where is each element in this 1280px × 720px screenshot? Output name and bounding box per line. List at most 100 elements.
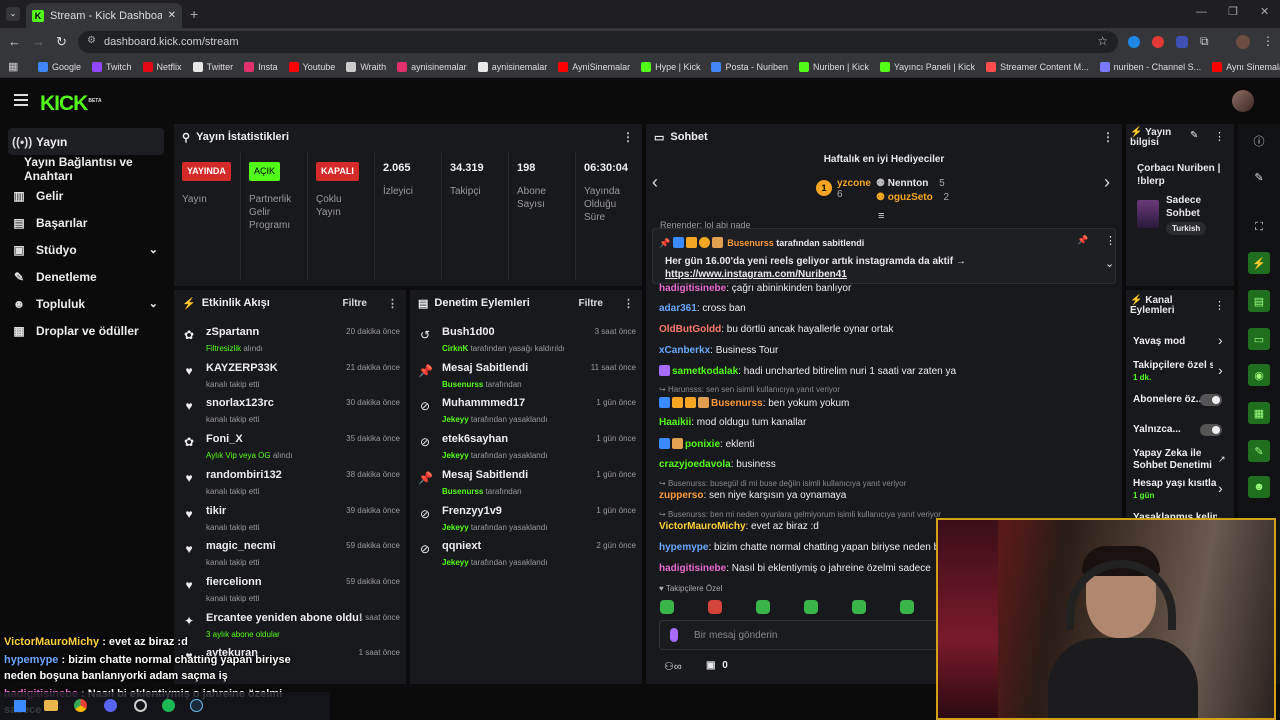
- bookmark-item[interactable]: Posta - Nuriben: [711, 61, 788, 72]
- tab-kick-dashboard[interactable]: K Stream - Kick Dashboard ✕: [26, 3, 182, 28]
- discord-icon[interactable]: [104, 699, 117, 712]
- kick-logo[interactable]: KICKBETA: [40, 92, 102, 116]
- chat-message[interactable]: crazyjoedavola: business: [659, 459, 776, 470]
- emote-icon[interactable]: [756, 600, 770, 614]
- lightning-action-icon[interactable]: ⚡: [1248, 252, 1270, 274]
- chevron-down-icon[interactable]: ⌄: [1105, 257, 1114, 270]
- event-username[interactable]: zSpartann: [206, 326, 263, 338]
- spotify-icon[interactable]: [162, 699, 175, 712]
- restore-icon[interactable]: ❐: [1228, 5, 1238, 18]
- sidebar-item-stream-key[interactable]: Yayın Bağlantısı ve Anahtarı: [0, 155, 172, 183]
- chat-username[interactable]: hadigitisinebe: [659, 283, 726, 294]
- document-action-icon[interactable]: ▤: [1248, 290, 1270, 312]
- user-avatar[interactable]: [1232, 90, 1254, 112]
- back-icon[interactable]: ←: [8, 34, 21, 49]
- chat-message[interactable]: ponixie: eklenti: [659, 438, 754, 450]
- chat-message[interactable]: zupperso: sen niye karşısın ya oynamaya: [659, 490, 846, 501]
- bookmark-item[interactable]: Youtube: [288, 61, 335, 72]
- chat-message[interactable]: OldButGoldd: bu dörtlü ancak hayallerle …: [659, 324, 894, 335]
- pinned-message[interactable]: 📌 Busenurss tarafından sabitlendi Her gü…: [652, 228, 1116, 284]
- chevron-right-icon[interactable]: ›: [1104, 172, 1110, 193]
- event-username[interactable]: Ercantee yeniden abone oldu!: [206, 612, 362, 624]
- points-icon[interactable]: ⚇∞: [664, 660, 682, 673]
- bookmark-item[interactable]: aynisinemalar: [397, 61, 467, 72]
- event-username[interactable]: randombiri132: [206, 469, 282, 481]
- info-icon[interactable]: ⓘ: [1248, 130, 1270, 152]
- chat-message[interactable]: xCanberkx: Business Tour: [659, 345, 778, 356]
- chat-username[interactable]: hadigitisinebe: [659, 563, 726, 574]
- extension-icon[interactable]: [1128, 36, 1140, 48]
- emote-icon[interactable]: [804, 600, 818, 614]
- kebab-menu-icon[interactable]: ⋮: [1105, 234, 1116, 247]
- filter-icon[interactable]: ≡: [878, 210, 884, 222]
- stream-category[interactable]: Sadece Sohbet: [1166, 194, 1226, 220]
- chat-message[interactable]: VictorMauroMichy: evet az biraz :d: [659, 521, 819, 532]
- chevron-right-icon[interactable]: ›: [1218, 362, 1223, 378]
- emote-icon[interactable]: [852, 600, 866, 614]
- edit-icon[interactable]: ✎: [1248, 166, 1270, 188]
- kebab-menu-icon[interactable]: ⋮: [1214, 299, 1225, 312]
- mod-action-target[interactable]: Bush1d00: [442, 326, 565, 338]
- kebab-menu-icon[interactable]: ⋮: [622, 130, 634, 144]
- unpin-icon[interactable]: 📌: [1077, 235, 1088, 246]
- new-tab-icon[interactable]: +: [190, 6, 198, 22]
- chat-message[interactable]: hypemype: bizim chatte normal chatting y…: [659, 542, 961, 553]
- extension-icon[interactable]: [1176, 36, 1188, 48]
- address-bar[interactable]: ⚙ dashboard.kick.com/stream ☆: [78, 31, 1118, 53]
- subs-only-toggle[interactable]: [1200, 394, 1222, 406]
- sidebar-item-droplar[interactable]: ▦ Droplar ve ödüller: [0, 317, 172, 344]
- moderator-name[interactable]: Jekeyy: [442, 451, 469, 460]
- file-explorer-icon[interactable]: [44, 700, 58, 711]
- chat-message[interactable]: adar361: cross ban: [659, 303, 746, 314]
- site-info-icon[interactable]: ⚙: [87, 35, 96, 46]
- tab-close-icon[interactable]: ✕: [168, 10, 176, 21]
- chat-username[interactable]: VictorMauroMichy: [659, 521, 746, 532]
- kebab-menu-icon[interactable]: ⋮: [1102, 130, 1114, 144]
- sidebar-item-topluluk[interactable]: ☻ Topluluk ⌄: [0, 290, 172, 317]
- sidebar-item-gelir[interactable]: ▥ Gelir: [0, 182, 172, 209]
- sidebar-item-yayin[interactable]: ((•)) Yayın: [8, 128, 164, 155]
- steam-icon[interactable]: [190, 699, 203, 712]
- event-username[interactable]: Foni_X: [206, 433, 292, 445]
- bookmark-item[interactable]: Aynı Sinemalar - Ça...: [1212, 61, 1280, 72]
- chat-username[interactable]: Busenurss: [711, 398, 763, 409]
- pinned-link[interactable]: https://www.instagram.com/Nuriben41: [665, 269, 847, 280]
- bookmark-item[interactable]: Streamer Content M...: [986, 61, 1089, 72]
- chat-message[interactable]: Haaikii: mod oldugu tum kanallar: [659, 417, 806, 428]
- mod-action-target[interactable]: etek6sayhan: [442, 433, 547, 445]
- slow-mode-row[interactable]: Yavaş mod: [1133, 336, 1229, 348]
- sidebar-item-studyo[interactable]: ▣ Stüdyo ⌄: [0, 236, 172, 263]
- extensions-puzzle-icon[interactable]: ⧉: [1200, 34, 1209, 49]
- moderator-name[interactable]: Jekeyy: [442, 415, 469, 424]
- event-username[interactable]: magic_necmi: [206, 540, 276, 552]
- start-icon[interactable]: [14, 700, 26, 712]
- sidebar-item-denetleme[interactable]: ✎ Denetleme: [0, 263, 172, 290]
- chat-username[interactable]: ponixie: [685, 439, 720, 450]
- moderator-name[interactable]: Busenurss: [442, 380, 483, 389]
- chat-username[interactable]: zupperso: [659, 490, 703, 501]
- bookmark-item[interactable]: Twitter: [192, 61, 233, 72]
- filter-button[interactable]: Filtre: [579, 298, 603, 309]
- chat-username[interactable]: xCanberkx: [659, 345, 710, 356]
- bookmark-item[interactable]: Hype | Kick: [641, 61, 700, 72]
- emote-icon[interactable]: [708, 600, 722, 614]
- chat-message[interactable]: hadigitisinebe: Nasıl bi eklentiymiş o j…: [659, 563, 931, 574]
- chat-username[interactable]: hypemype: [659, 542, 708, 553]
- bookmark-item[interactable]: nuriben - Channel S...: [1099, 61, 1201, 72]
- sidebar-item-basarilar[interactable]: ▤ Başarılar: [0, 209, 172, 236]
- hamburger-menu-icon[interactable]: [14, 94, 28, 106]
- moderator-name[interactable]: Jekeyy: [442, 523, 469, 532]
- kebab-menu-icon[interactable]: ⋮: [623, 297, 634, 310]
- window-close-icon[interactable]: ✕: [1260, 5, 1269, 18]
- mod-action-target[interactable]: qqniext: [442, 540, 547, 552]
- filter-button[interactable]: Filtre: [343, 298, 367, 309]
- moderator-name[interactable]: Busenurss: [442, 487, 483, 496]
- mod-action-target[interactable]: Frenzyy1v9: [442, 505, 547, 517]
- account-age-row[interactable]: Hesap yaşı kısıtla 1 gün: [1133, 478, 1217, 502]
- bookmark-item[interactable]: Google: [38, 61, 81, 72]
- bookmark-item[interactable]: aynisinemalar: [477, 61, 547, 72]
- emote-icon[interactable]: [660, 600, 674, 614]
- emote-icon[interactable]: [900, 600, 914, 614]
- gift-counter[interactable]: ▣ 0: [706, 660, 728, 671]
- external-link-icon[interactable]: ↗: [1218, 454, 1226, 465]
